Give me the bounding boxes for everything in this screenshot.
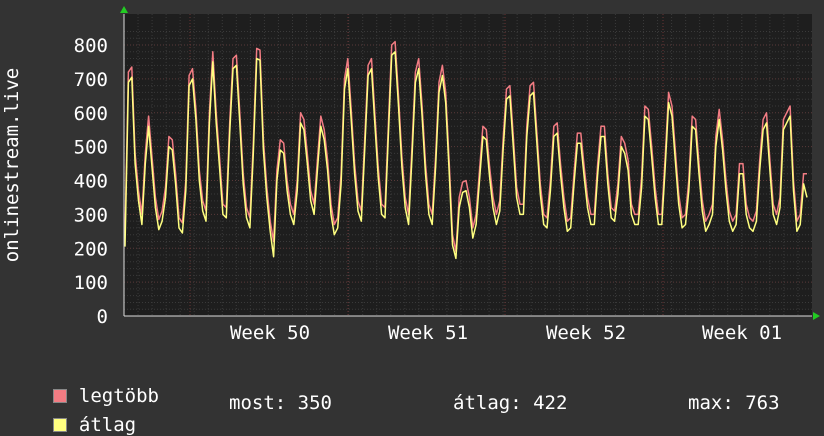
x-tick-label: Week 01	[702, 322, 782, 344]
y-tick-label: 300	[74, 204, 108, 226]
chart: 0 100 200 300 400 500 600 700 800 Week 50 Week 51…	[1, 6, 820, 344]
x-axis-arrow	[813, 312, 820, 320]
y-tick-label: 100	[74, 272, 108, 294]
y-tick-labels: 0 100 200 300 400 500 600 700 800	[74, 35, 108, 328]
x-tick-label: Week 51	[388, 322, 468, 344]
y-tick-label: 0	[97, 306, 108, 328]
x-tick-label: Week 52	[546, 322, 626, 344]
y-axis-arrow	[120, 6, 128, 13]
y-tick-label: 200	[74, 238, 108, 260]
y-tick-label: 800	[74, 35, 108, 57]
stat-average: átlag: 422	[453, 392, 568, 414]
y-axis-label: onlinestream.live	[1, 68, 23, 262]
x-tick-labels: Week 50 Week 51 Week 52 Week 01	[230, 322, 782, 344]
y-tick-label: 400	[74, 171, 108, 193]
y-tick-label: 600	[74, 103, 108, 125]
stat-max: max: 763	[688, 392, 780, 414]
legend-item-avg: átlag	[30, 392, 136, 436]
x-tick-label: Week 50	[230, 322, 310, 344]
plot-area	[124, 14, 812, 316]
legend-label-avg: átlag	[78, 414, 137, 436]
y-tick-label: 700	[74, 69, 108, 91]
stat-current: most: 350	[229, 392, 332, 414]
y-tick-label: 500	[74, 137, 108, 159]
